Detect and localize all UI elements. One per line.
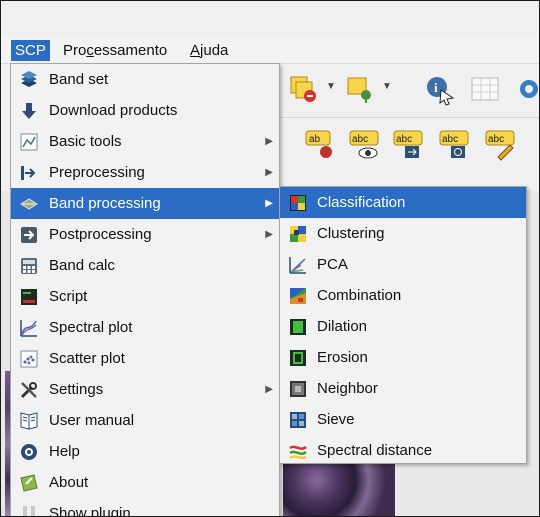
band-calc-icon [21, 258, 37, 274]
submenu-arrow-icon: ▶ [265, 136, 273, 147]
attribute-table-icon[interactable] [470, 75, 500, 103]
clustering-icon [290, 226, 306, 242]
spectral-plot-icon [20, 320, 37, 337]
menu-item-spectral-distance[interactable]: Spectral distance [280, 435, 526, 466]
spectral-distance-icon [289, 445, 307, 460]
menu-item-band-processing[interactable]: Band processing ▶ [11, 188, 279, 219]
menu-item-band-set[interactable]: Band set [11, 64, 279, 95]
neighbor-icon [290, 381, 306, 397]
menu-item-postprocessing[interactable]: Postprocessing ▶ [11, 219, 279, 250]
preprocessing-icon [21, 166, 36, 180]
scatter-plot-icon [20, 350, 38, 368]
band-set-icon [21, 71, 37, 87]
erosion-icon [290, 350, 306, 366]
submenu-arrow-icon: ▶ [265, 384, 273, 395]
menu-item-pca[interactable]: PCA [280, 249, 526, 280]
show-plugin-icon [23, 506, 35, 516]
menu-item-erosion[interactable]: Erosion [280, 342, 526, 373]
menu-item-download-products[interactable]: Download products [11, 95, 279, 126]
sieve-icon [290, 412, 306, 428]
settings-icon [20, 382, 37, 399]
identify-features-icon[interactable]: i [424, 74, 456, 106]
menu-item-band-calc[interactable]: Band calc [11, 250, 279, 281]
menu-item-spectral-plot[interactable]: Spectral plot [11, 312, 279, 343]
menu-ajuda[interactable]: Ajuda [186, 40, 232, 61]
title-strip [1, 1, 539, 37]
pca-icon [289, 257, 306, 274]
menu-item-help[interactable]: Help [11, 436, 279, 467]
menu-item-basic-tools[interactable]: Basic tools ▶ [11, 126, 279, 157]
combination-icon [290, 288, 306, 304]
menu-item-settings[interactable]: Settings ▶ [11, 374, 279, 405]
download-icon [22, 103, 36, 119]
label-pin-icon[interactable]: ab [304, 127, 338, 161]
select-by-location-icon[interactable] [344, 74, 376, 104]
menu-item-classification[interactable]: Classification [280, 187, 526, 218]
chevron-down-icon[interactable]: ▼ [382, 81, 392, 92]
menu-bar: SCP Processamento Ajuda [1, 37, 539, 64]
app-window: SCP Processamento Ajuda ▼ ▼ i ab abc abc… [0, 0, 540, 517]
label-show-icon[interactable]: abc [348, 127, 384, 161]
basic-tools-icon [20, 133, 38, 151]
svg-text:ab: ab [309, 134, 321, 145]
toolbar-selection: ▼ ▼ i [278, 65, 539, 115]
script-icon [21, 289, 37, 305]
svg-text:abc: abc [352, 134, 368, 145]
dilation-icon [290, 319, 306, 335]
menu-item-scatter-plot[interactable]: Scatter plot [11, 343, 279, 374]
submenu-arrow-icon: ▶ [265, 198, 273, 209]
menu-item-user-manual[interactable]: User manual [11, 405, 279, 436]
menu-item-sieve[interactable]: Sieve [280, 404, 526, 435]
scp-menu: Band set Download products Basic tools ▶… [10, 63, 280, 516]
menu-item-clustering[interactable]: Clustering [280, 218, 526, 249]
gear-icon[interactable] [514, 74, 540, 104]
label-rotate-icon[interactable]: abc [438, 127, 474, 161]
select-features-icon[interactable] [288, 74, 322, 104]
label-move-icon[interactable]: abc [392, 127, 428, 161]
menu-item-preprocessing[interactable]: Preprocessing ▶ [11, 157, 279, 188]
svg-text:abc: abc [488, 134, 504, 145]
band-processing-icon [20, 198, 38, 210]
toolbar-labels: ab abc abc abc abc [278, 117, 539, 170]
menu-item-show-plugin[interactable]: Show plugin [11, 498, 279, 516]
user-manual-icon [20, 412, 38, 430]
svg-text:i: i [434, 80, 438, 95]
menu-item-about[interactable]: About [11, 467, 279, 498]
label-edit-icon[interactable]: abc [484, 127, 520, 161]
submenu-arrow-icon: ▶ [265, 229, 273, 240]
svg-text:abc: abc [396, 134, 412, 145]
classification-icon [290, 195, 306, 211]
help-icon [21, 444, 37, 460]
menu-item-neighbor[interactable]: Neighbor [280, 373, 526, 404]
menu-item-script[interactable]: Script [11, 281, 279, 312]
svg-text:abc: abc [442, 134, 458, 145]
about-icon [20, 474, 38, 492]
chevron-down-icon[interactable]: ▼ [326, 81, 336, 92]
submenu-arrow-icon: ▶ [265, 167, 273, 178]
menu-scp[interactable]: SCP [11, 40, 50, 61]
menu-item-combination[interactable]: Combination [280, 280, 526, 311]
band-processing-submenu: Classification Clustering PCA Combinatio… [279, 186, 527, 464]
postprocessing-icon [21, 227, 37, 243]
menu-item-dilation[interactable]: Dilation [280, 311, 526, 342]
menu-processamento[interactable]: Processamento [59, 40, 171, 61]
